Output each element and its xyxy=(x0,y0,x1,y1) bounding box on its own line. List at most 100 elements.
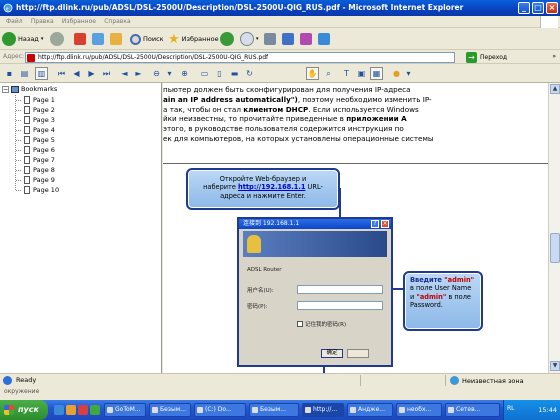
tree-dash xyxy=(16,169,21,171)
stop-button[interactable] xyxy=(74,31,86,47)
tree-dash xyxy=(16,179,21,181)
mail-icon xyxy=(240,32,254,46)
save-button[interactable]: ▪ xyxy=(3,67,16,80)
print-button[interactable] xyxy=(264,31,276,47)
clock[interactable]: 15:44 xyxy=(538,406,557,414)
discuss-button[interactable] xyxy=(300,31,312,47)
go-back-view-button[interactable]: ◄ xyxy=(118,67,131,80)
quicklaunch-ie-icon[interactable] xyxy=(54,405,64,415)
previous-page-button[interactable]: ◀ xyxy=(70,67,83,80)
close-button[interactable]: × xyxy=(546,2,558,14)
next-page-button[interactable]: ▶ xyxy=(85,67,98,80)
edit-button[interactable] xyxy=(282,31,294,47)
zoom-out-button[interactable]: ⊖ xyxy=(150,67,163,80)
fit-width-button[interactable]: ▬ xyxy=(228,67,241,80)
first-page-button[interactable]: ⏮ xyxy=(55,67,68,80)
router-url-link[interactable]: http://192.168.1.1 xyxy=(238,183,305,191)
taskbar-item[interactable]: (C:) Do... xyxy=(194,403,246,417)
language-indicator[interactable]: RL xyxy=(507,405,515,412)
zoom-tool-button[interactable]: ⌕ xyxy=(322,67,335,80)
doc-line: йки неизвестны, то прочитайте приведенны… xyxy=(163,114,463,124)
mail-button[interactable]: ▾ xyxy=(240,31,259,47)
zoom-dropdown[interactable]: ▾ xyxy=(163,67,176,80)
task-icon xyxy=(197,407,203,413)
vertical-scrollbar[interactable]: ▲ ▼ xyxy=(548,83,560,387)
messenger-button[interactable] xyxy=(318,31,330,47)
bookmark-page-8[interactable]: Page 8 xyxy=(16,165,55,175)
refresh-button[interactable] xyxy=(92,31,104,47)
menu-file[interactable]: Файл xyxy=(6,16,23,28)
start-button[interactable]: пуск xyxy=(0,400,48,420)
forward-button[interactable] xyxy=(50,31,64,47)
scroll-thumb[interactable] xyxy=(550,233,560,263)
select-text-button[interactable]: T xyxy=(340,67,353,80)
bookmark-page-9[interactable]: Page 9 xyxy=(16,175,55,185)
pdf-print-button[interactable]: ▤ xyxy=(18,67,31,80)
taskbar-item[interactable]: необх... xyxy=(396,403,442,417)
menu-favorites[interactable]: Избранное xyxy=(62,16,96,28)
media-button[interactable] xyxy=(220,31,234,47)
help-dropdown[interactable]: ▾ xyxy=(402,67,415,80)
scroll-up-button[interactable]: ▲ xyxy=(550,84,560,94)
collapse-icon[interactable]: − xyxy=(2,85,9,93)
task-icon xyxy=(399,407,405,413)
bookmark-label: Page 6 xyxy=(33,146,55,154)
page-icon xyxy=(24,186,30,194)
menu-edit[interactable]: Правка xyxy=(31,16,54,28)
login-realm: ADSL Router xyxy=(247,267,282,273)
scroll-down-button[interactable]: ▼ xyxy=(550,361,560,371)
taskbar-item-active[interactable]: http://... xyxy=(302,403,344,417)
view-mode-button[interactable]: ▦ xyxy=(370,67,383,80)
page-status-icon xyxy=(3,376,12,385)
snapshot-tool-button[interactable]: ▣ xyxy=(355,67,368,80)
links-chevron[interactable]: » xyxy=(552,53,556,60)
bookmark-page-4[interactable]: Page 4 xyxy=(16,125,55,135)
maximize-button[interactable]: □ xyxy=(532,2,544,14)
minimize-button[interactable]: _ xyxy=(518,2,530,14)
address-input[interactable]: http://ftp.dlink.ru/pub/ADSL/DSL-2500U/D… xyxy=(25,52,455,63)
last-page-button[interactable]: ⏭ xyxy=(100,67,113,80)
favorites-button[interactable]: ★ Избранное xyxy=(168,31,219,47)
menu-help[interactable]: Справка xyxy=(104,16,130,28)
taskbar-item[interactable]: Андже... xyxy=(347,403,393,417)
go-forward-view-button[interactable]: ► xyxy=(132,67,145,80)
zoom-in-button[interactable]: ⊕ xyxy=(178,67,191,80)
taskbar-item[interactable]: Безым... xyxy=(149,403,191,417)
rotate-icon: ↻ xyxy=(246,69,253,78)
rotate-button[interactable]: ↻ xyxy=(243,67,256,80)
login-ok-button: 确定 xyxy=(321,349,343,358)
taskbar-item[interactable]: GoToM... xyxy=(104,403,146,417)
tree-dash xyxy=(16,119,21,121)
chevron-up-icon: ▲ xyxy=(552,85,558,92)
actual-size-button[interactable]: ▭ xyxy=(198,67,211,80)
bookmark-page-1[interactable]: Page 1 xyxy=(16,95,55,105)
taskbar-item[interactable]: Сетев... xyxy=(445,403,500,417)
quicklaunch-app-icon[interactable] xyxy=(78,405,88,415)
remember-password-checkbox: 记住我的密码(R) xyxy=(297,320,346,328)
fit-page-button[interactable]: ▯ xyxy=(213,67,226,80)
bookmarks-root-label: Bookmarks xyxy=(21,85,58,93)
back-button[interactable]: Назад ▾ xyxy=(2,31,43,47)
go-button[interactable]: → Переход xyxy=(466,52,507,63)
quicklaunch-folder-icon[interactable] xyxy=(66,405,76,415)
bookmark-page-2[interactable]: Page 2 xyxy=(16,105,55,115)
doc-line: ain an IP address automatically"), поэто… xyxy=(163,95,463,105)
bookmark-page-3[interactable]: Page 3 xyxy=(16,115,55,125)
bookmark-page-5[interactable]: Page 5 xyxy=(16,135,55,145)
pdf-document-view[interactable]: пьютер должен быть сконфигурирован для п… xyxy=(163,83,548,387)
quicklaunch-app-icon[interactable] xyxy=(90,405,100,415)
status-text: Ready xyxy=(16,376,37,384)
search-button[interactable]: Поиск xyxy=(130,31,164,47)
bookmark-page-6[interactable]: Page 6 xyxy=(16,145,55,155)
taskbar-item[interactable]: Безым... xyxy=(249,403,299,417)
bookmarks-root[interactable]: − Bookmarks xyxy=(2,85,57,93)
doc-text: . Если используется Windows xyxy=(308,104,419,114)
hand-tool-button[interactable]: ✋ xyxy=(306,67,319,80)
home-button[interactable] xyxy=(110,31,122,47)
task-label: (C:) Do... xyxy=(205,406,232,413)
status-divider xyxy=(445,375,446,386)
bookmark-page-10[interactable]: Page 10 xyxy=(16,185,59,195)
bookmark-page-7[interactable]: Page 7 xyxy=(16,155,55,165)
toggle-navigation-pane-button[interactable]: ▥ xyxy=(35,67,48,80)
back-view-icon: ◄ xyxy=(121,69,128,78)
